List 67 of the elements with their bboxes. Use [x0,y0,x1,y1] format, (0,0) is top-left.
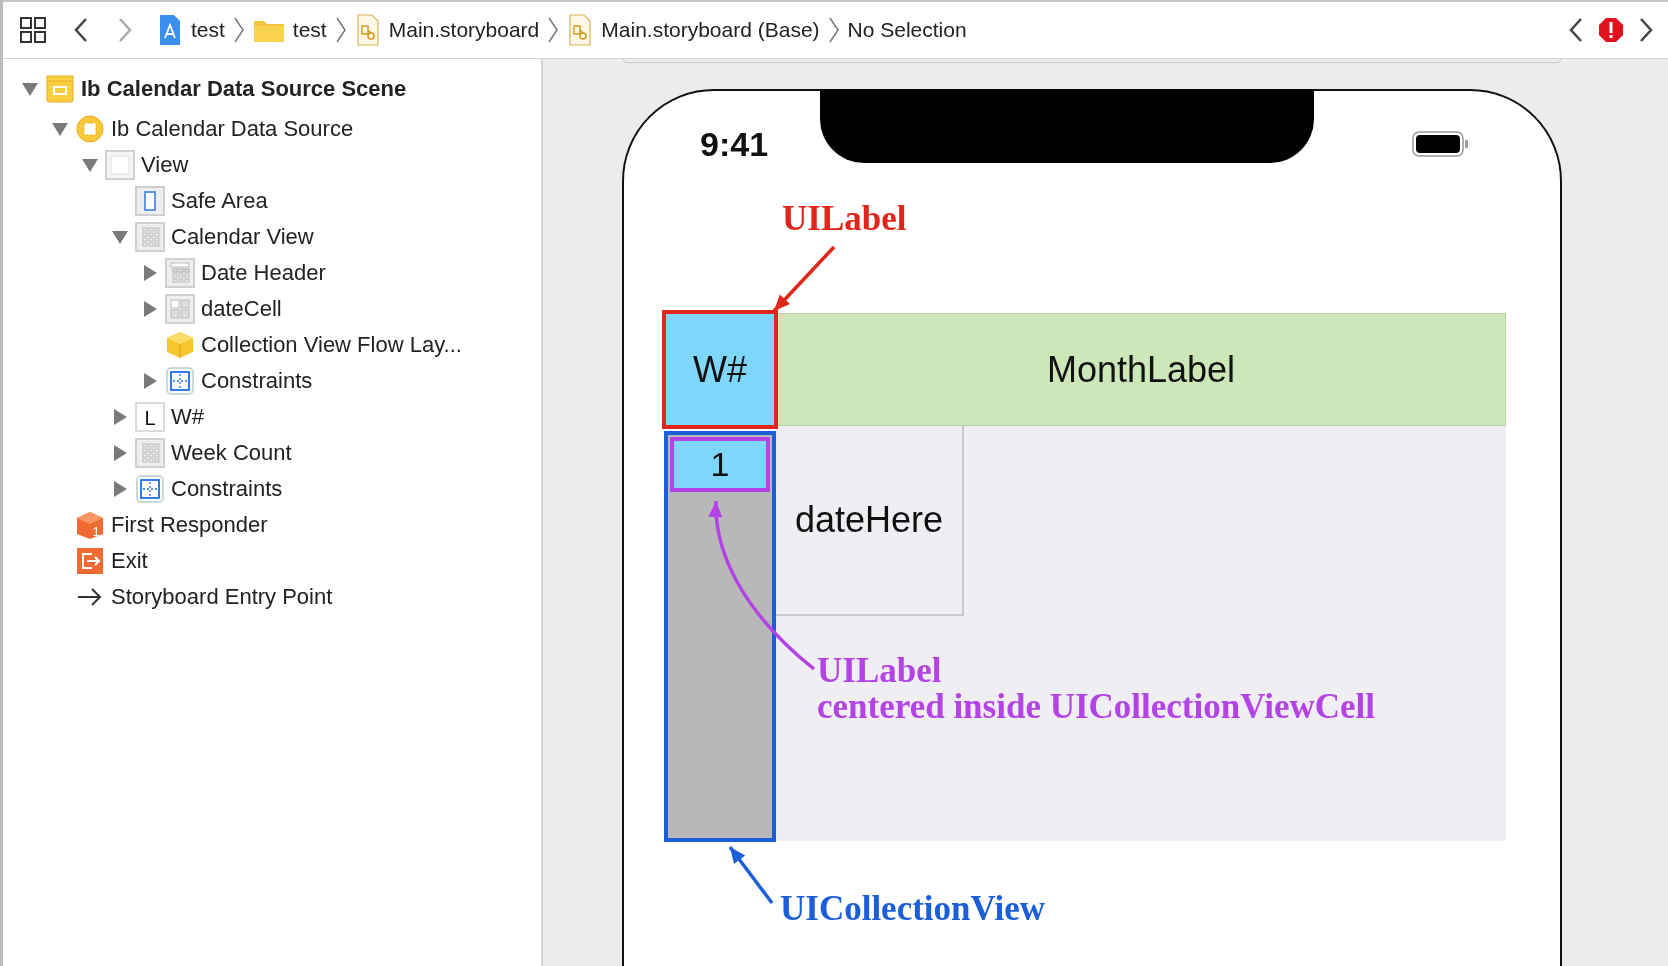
previous-issue-chevron-icon[interactable] [1568,17,1584,43]
outline-item-label[interactable]: Exit [111,548,148,574]
disclosure-triangle-icon[interactable] [111,444,129,462]
outline-item-label[interactable]: Safe Area [171,188,268,214]
outline-item-label[interactable]: Constraints [201,368,313,394]
forward-chevron-icon[interactable] [117,17,133,43]
path-separator-icon [334,16,347,44]
week-number-label: W# [662,310,778,429]
path-separator-icon [827,16,840,44]
outline-item-label[interactable]: Constraints [171,476,283,502]
annotation-text: UILabel [782,201,907,237]
storyboard-document-icon [354,14,381,46]
path-separator-icon [547,16,560,44]
date-cell: dateHere [776,426,964,616]
breadcrumb-item[interactable]: Main.storyboard [352,14,542,46]
collection-grid-icon [135,438,165,468]
path-separator-icon [232,16,245,44]
disclosure-triangle-icon[interactable] [111,480,129,498]
annotation-text: UILabel [817,653,943,689]
disclosure-triangle-icon[interactable] [141,264,159,282]
annotation-text: centered inside UICollectionViewCell [817,689,1375,725]
back-chevron-icon[interactable] [73,17,89,43]
battery-icon [1412,131,1470,157]
header-grid-icon [165,258,195,288]
exit-icon [75,546,105,576]
disclosure-triangle-icon[interactable] [141,372,159,390]
related-items-grid-icon[interactable] [19,16,47,44]
disclosure-triangle-icon[interactable] [111,408,129,426]
outline-item-label[interactable]: Week Count [171,440,292,466]
outline-item-label[interactable]: First Responder [111,512,268,538]
week-cell: 1 [670,437,770,492]
view-controller-icon [75,114,105,144]
breadcrumb-item[interactable]: Main.storyboard (Base) [565,14,822,46]
outline-item-label[interactable]: Date Header [201,260,326,286]
safe-area-icon [135,186,165,216]
status-time: 9:41 [700,125,769,164]
disclosure-triangle-icon[interactable] [111,228,129,246]
blueprint-document-icon [157,14,183,46]
outline-item-label[interactable]: Collection View Flow Lay... [201,332,462,358]
cube-icon [165,330,195,360]
label-icon: L [135,402,165,432]
breadcrumb-item[interactable]: test [155,14,227,46]
collection-grid-icon [135,222,165,252]
disclosure-triangle-icon[interactable] [81,156,99,174]
outline-item-label[interactable]: Ib Calendar Data Source Scene [81,76,407,102]
breadcrumb-item[interactable]: No Selection [845,18,969,42]
annotation-text: UICollectionView [780,891,1046,927]
error-octagon-icon[interactable] [1598,17,1624,43]
disclosure-triangle-icon[interactable] [21,80,39,98]
outline-item-label[interactable]: W# [171,404,204,430]
disclosure-triangle-icon[interactable] [141,300,159,318]
outline-item-label[interactable]: dateCell [201,296,282,322]
constraints-icon [135,474,165,504]
next-issue-chevron-icon[interactable] [1638,17,1654,43]
responder-cube-icon: 1 [75,510,105,540]
disclosure-triangle-icon[interactable] [51,120,69,138]
outline-item-label[interactable]: Ib Calendar Data Source [111,116,354,142]
month-label: MonthLabel [776,313,1506,426]
scene-icon [45,74,75,104]
outline-item-label[interactable]: Calendar View [171,224,314,250]
cell-grid-icon [165,294,195,324]
outline-item-label[interactable]: Storyboard Entry Point [111,584,333,610]
storyboard-document-icon [567,14,594,46]
breadcrumb-item[interactable]: test [250,16,329,44]
view-icon [105,150,135,180]
outline-item-label[interactable]: View [141,152,189,178]
constraints-icon [165,366,195,396]
